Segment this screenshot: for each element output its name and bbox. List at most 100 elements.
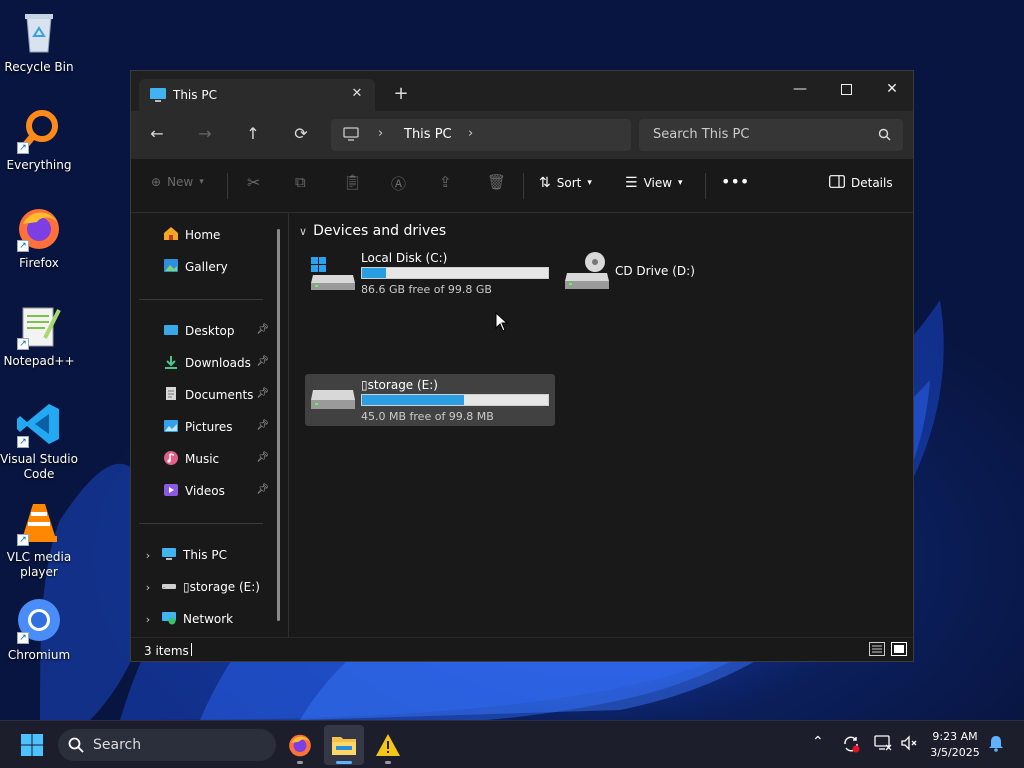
chevron-right-icon[interactable]: › bbox=[141, 613, 155, 626]
copy-button[interactable]: ⧉ bbox=[295, 173, 306, 191]
refresh-icon[interactable]: ⟳ bbox=[287, 123, 315, 147]
forward-arrow-icon[interactable]: → bbox=[191, 123, 219, 147]
taskbar-app-warning[interactable] bbox=[368, 725, 408, 765]
monitor-icon bbox=[161, 547, 177, 564]
volume-muted-icon[interactable] bbox=[900, 735, 918, 754]
details-view-icon bbox=[869, 642, 885, 656]
sync-status-icon[interactable] bbox=[842, 735, 860, 756]
sidebar-item-storage-e[interactable]: › ▯storage (E:) bbox=[141, 575, 260, 599]
share-button[interactable]: ⇪ bbox=[439, 173, 452, 191]
desktop-icon-everything[interactable]: ↗ Everything bbox=[0, 106, 78, 173]
search-input[interactable]: Search This PC bbox=[653, 127, 749, 142]
new-tab-button[interactable]: + bbox=[389, 83, 413, 107]
maximize-button[interactable] bbox=[823, 75, 869, 105]
start-button[interactable] bbox=[12, 725, 52, 765]
more-options-button[interactable]: ••• bbox=[721, 172, 749, 191]
drive-name: Local Disk (C:) bbox=[361, 251, 448, 265]
desktop-icon-firefox[interactable]: ↗ Firefox bbox=[0, 204, 78, 271]
sidebar-item-documents[interactable]: Documents 📌︎ bbox=[163, 383, 273, 407]
address-location[interactable]: This PC bbox=[404, 127, 452, 142]
drive-cd-drive-d[interactable]: CD Drive (D:) bbox=[559, 247, 809, 299]
paste-button[interactable]: 📋︎ bbox=[343, 173, 362, 191]
sidebar-scrollbar[interactable] bbox=[277, 229, 280, 621]
monitor-icon bbox=[149, 87, 167, 106]
sidebar-item-desktop[interactable]: Desktop 📌︎ bbox=[163, 319, 273, 343]
chevron-right-icon[interactable]: › bbox=[141, 581, 155, 594]
desktop-icon-label: VLC media player bbox=[6, 550, 72, 579]
desktop-icon-label: Firefox bbox=[19, 256, 59, 270]
tiles-view-button[interactable] bbox=[891, 642, 907, 656]
drive-usage-bar bbox=[361, 394, 549, 406]
desktop-icon-vscode[interactable]: ↗ Visual Studio Code bbox=[0, 400, 78, 482]
windows-drive-icon bbox=[309, 257, 357, 294]
drive-storage-e[interactable]: ▯storage (E:) 45.0 MB free of 99.8 MB bbox=[305, 374, 555, 426]
content-pane: ∨ Devices and drives Local Disk (C:) 86.… bbox=[289, 213, 913, 637]
cd-drive-icon bbox=[563, 251, 611, 294]
close-window-button[interactable]: ✕ bbox=[869, 75, 915, 105]
close-tab-icon[interactable]: ✕ bbox=[347, 84, 367, 104]
clock-date: 3/5/2025 bbox=[930, 746, 980, 759]
network-status-icon[interactable] bbox=[874, 735, 892, 754]
desktop-icon-notepadpp[interactable]: ↗ Notepad++ bbox=[0, 302, 78, 369]
view-button[interactable]: ☰ View ▾ bbox=[625, 175, 683, 191]
up-arrow-icon[interactable]: ↑ bbox=[239, 123, 267, 147]
drive-local-disk-c[interactable]: Local Disk (C:) 86.6 GB free of 99.8 GB bbox=[305, 247, 555, 299]
plus-circle-icon: ⊕ bbox=[151, 175, 162, 189]
clock[interactable]: 9:23 AM 3/5/2025 bbox=[920, 729, 990, 761]
sidebar-item-music[interactable]: Music 📌︎ bbox=[163, 447, 273, 471]
taskbar-app-firefox[interactable] bbox=[280, 725, 320, 765]
sort-button[interactable]: ⇅ Sort ▾ bbox=[539, 175, 592, 191]
sidebar-item-videos[interactable]: Videos 📌︎ bbox=[163, 479, 273, 503]
sidebar-item-this-pc[interactable]: › This PC bbox=[141, 543, 227, 567]
taskbar: Search ⌃ 9:23 AM 3/5/2025 bbox=[0, 720, 1024, 768]
notification-bell-icon[interactable] bbox=[988, 734, 1004, 755]
address-bar[interactable]: › This PC › bbox=[331, 119, 631, 151]
chevron-right-icon[interactable]: › bbox=[468, 126, 473, 141]
details-pane-button[interactable]: Details bbox=[829, 175, 893, 191]
title-bar[interactable]: This PC ✕ + — ✕ bbox=[131, 71, 913, 111]
shortcut-arrow-icon: ↗ bbox=[17, 240, 29, 252]
video-icon bbox=[163, 483, 179, 500]
cut-button[interactable]: ✂ bbox=[247, 173, 260, 192]
download-icon bbox=[163, 355, 179, 372]
sidebar-item-downloads[interactable]: Downloads 📌︎ bbox=[163, 351, 273, 375]
clock-time: 9:23 AM bbox=[932, 730, 978, 743]
chevron-right-icon[interactable]: › bbox=[141, 549, 155, 562]
notepadpp-icon: ↗ bbox=[15, 302, 63, 350]
chevron-right-icon[interactable]: › bbox=[378, 126, 383, 141]
details-view-button[interactable] bbox=[869, 642, 885, 656]
desktop-icon-label: Visual Studio Code bbox=[0, 452, 78, 481]
rename-button[interactable]: Ⓐ bbox=[391, 173, 406, 194]
back-arrow-icon[interactable]: ← bbox=[143, 123, 171, 147]
warning-icon bbox=[376, 734, 400, 756]
group-header-devices[interactable]: ∨ Devices and drives bbox=[299, 223, 446, 239]
taskbar-search[interactable]: Search bbox=[58, 729, 276, 761]
vlc-icon: ↗ bbox=[15, 498, 63, 546]
chromium-icon: ↗ bbox=[15, 596, 63, 644]
tab-this-pc[interactable]: This PC ✕ bbox=[139, 79, 375, 111]
pin-icon: 📌︎ bbox=[256, 356, 269, 367]
chevron-down-icon: ∨ bbox=[299, 224, 308, 238]
minimize-button[interactable]: — bbox=[777, 75, 823, 105]
desktop-icon-recycle-bin[interactable]: Recycle Bin bbox=[0, 8, 78, 75]
sidebar-item-pictures[interactable]: Pictures 📌︎ bbox=[163, 415, 273, 439]
show-hidden-icons-chevron-up-icon[interactable]: ⌃ bbox=[812, 734, 824, 750]
sidebar-item-gallery[interactable]: Gallery bbox=[163, 255, 273, 279]
taskbar-app-file-explorer[interactable] bbox=[324, 725, 364, 765]
pin-icon: 📌︎ bbox=[256, 324, 269, 335]
search-icon bbox=[878, 128, 891, 144]
new-button[interactable]: ⊕ New ▾ bbox=[151, 175, 204, 189]
sidebar-item-network[interactable]: › Network bbox=[141, 607, 233, 631]
pin-icon: 📌︎ bbox=[256, 420, 269, 431]
delete-button[interactable]: 🗑︎ bbox=[487, 173, 506, 191]
desktop-icon-vlc[interactable]: ↗ VLC media player bbox=[0, 498, 78, 580]
search-box[interactable]: Search This PC bbox=[639, 119, 903, 151]
music-icon bbox=[163, 450, 179, 469]
toolbar-divider bbox=[705, 173, 706, 199]
file-explorer-window: This PC ✕ + — ✕ ← → ↑ ⟳ › This PC › Sear… bbox=[130, 70, 914, 662]
navigation-pane: Home Gallery Desktop 📌︎ Downloads 📌︎ Doc… bbox=[131, 213, 287, 637]
desktop-icon-chromium[interactable]: ↗ Chromium bbox=[0, 596, 78, 663]
sidebar-item-home[interactable]: Home bbox=[163, 223, 273, 247]
desktop-folder-icon bbox=[163, 323, 179, 340]
search-icon bbox=[68, 737, 84, 756]
